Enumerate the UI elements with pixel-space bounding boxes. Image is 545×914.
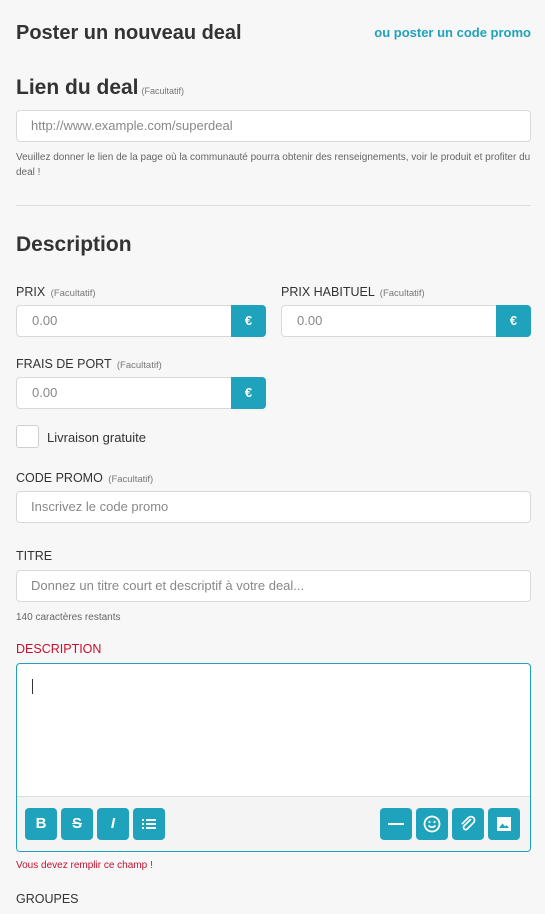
title-input[interactable]: Donnez un titre court et descriptif à vo… — [16, 570, 531, 602]
deal-link-heading-text: Lien du deal — [16, 76, 139, 99]
price-label: PRIX (Facultatif) — [16, 285, 96, 299]
italic-button[interactable]: I — [97, 808, 129, 840]
section-divider — [16, 205, 531, 206]
description-heading: Description — [16, 233, 132, 256]
usual-price-label-text: PRIX HABITUEL — [281, 285, 375, 299]
title-char-count: 140 caractères restants — [16, 612, 121, 623]
title-label: TITRE — [16, 549, 53, 563]
paperclip-icon — [461, 815, 476, 831]
promo-code-label: CODE PROMO (Facultatif) — [16, 471, 153, 485]
deal-link-hint: Veuillez donner le lien de la page où la… — [16, 152, 531, 178]
deal-link-optional: (Facultatif) — [141, 86, 185, 96]
free-shipping-checkbox[interactable] — [16, 425, 39, 448]
price-optional: (Facultatif) — [50, 288, 96, 299]
groups-label: GROUPES — [16, 892, 79, 906]
usual-price-field: 0.00 € — [281, 305, 531, 337]
strikethrough-button[interactable]: S — [61, 808, 93, 840]
price-input[interactable]: 0.00 — [16, 305, 231, 337]
usual-price-currency-button[interactable]: € — [496, 305, 531, 337]
list-button[interactable] — [133, 808, 165, 840]
shipping-label-text: FRAIS DE PORT — [16, 357, 112, 371]
shipping-label: FRAIS DE PORT (Facultatif) — [16, 357, 162, 371]
usual-price-input[interactable]: 0.00 — [281, 305, 496, 337]
shipping-optional: (Facultatif) — [116, 360, 162, 371]
post-promo-code-link[interactable]: ou poster un code promo — [374, 25, 531, 40]
deal-link-input[interactable]: http://www.example.com/superdeal — [16, 110, 531, 142]
text-cursor — [32, 679, 33, 694]
promo-code-input[interactable]: Inscrivez le code promo — [16, 491, 531, 523]
free-shipping-label: Livraison gratuite — [47, 430, 146, 445]
promo-code-label-text: CODE PROMO — [16, 471, 103, 485]
image-button[interactable] — [488, 808, 520, 840]
deal-link-heading: Lien du deal (Facultatif) — [16, 76, 184, 100]
description-label: DESCRIPTION — [16, 642, 102, 656]
price-label-text: PRIX — [16, 285, 46, 299]
horizontal-rule-button[interactable] — [380, 808, 412, 840]
price-field: 0.00 € — [16, 305, 266, 337]
description-editor[interactable]: B S I — [16, 663, 531, 852]
horizontal-rule-icon — [388, 823, 404, 825]
page-header: Poster un nouveau deal ou poster un code… — [16, 22, 531, 46]
price-currency-button[interactable]: € — [231, 305, 266, 337]
smiley-icon — [423, 815, 441, 833]
editor-toolbar: B S I — [17, 796, 530, 851]
bold-button[interactable]: B — [25, 808, 57, 840]
promo-code-optional: (Facultatif) — [108, 474, 154, 485]
shipping-input[interactable]: 0.00 — [16, 377, 231, 409]
shipping-currency-button[interactable]: € — [231, 377, 266, 409]
emoji-button[interactable] — [416, 808, 448, 840]
shipping-field: 0.00 € — [16, 377, 266, 409]
usual-price-optional: (Facultatif) — [379, 288, 425, 299]
usual-price-label: PRIX HABITUEL (Facultatif) — [281, 285, 425, 299]
page-title: Poster un nouveau deal — [16, 22, 242, 44]
list-icon — [142, 819, 156, 829]
description-error: Vous devez remplir ce champ ! — [16, 860, 153, 871]
link-button[interactable] — [452, 808, 484, 840]
image-icon — [497, 817, 511, 831]
